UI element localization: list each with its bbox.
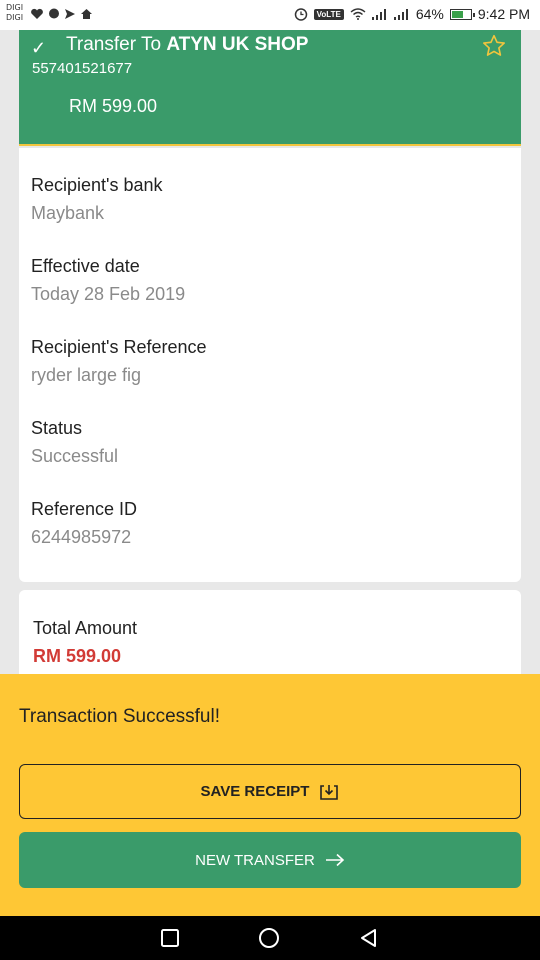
signal-icon-1: [371, 9, 386, 20]
home-icon[interactable]: [258, 927, 280, 949]
chat-icon: [49, 8, 59, 19]
total-amount: RM 599.00: [33, 646, 122, 666]
battery-fill: [451, 10, 464, 18]
detail-reference-id: Reference ID 6244985972: [31, 499, 137, 548]
header-amount: RM 599.00: [69, 96, 158, 116]
battery-percent: 64%: [415, 6, 444, 22]
account-number: 557401521677: [32, 60, 133, 77]
new-transfer-button[interactable]: NEW TRANSFER: [19, 832, 521, 888]
send-icon: [65, 9, 75, 19]
alarm-icon: [294, 8, 307, 21]
new-transfer-label: NEW TRANSFER: [195, 851, 315, 869]
status-bar: DIGI DIGI VoLTE 64% 9:42 PM: [0, 0, 540, 30]
star-icon[interactable]: [481, 33, 507, 59]
detail-label: Recipient's Reference: [31, 337, 207, 357]
save-receipt-label: SAVE RECEIPT: [200, 783, 310, 800]
arrow-right-icon: [325, 853, 345, 867]
notification-icons: [30, 8, 93, 20]
recents-icon[interactable]: [159, 927, 181, 949]
transfer-title: Transfer To ATYN UK SHOP: [66, 34, 309, 56]
download-icon: [320, 784, 339, 800]
home-notification-icon: [81, 9, 92, 19]
result-sheet: Transaction Successful! SAVE RECEIPT NEW…: [0, 674, 540, 916]
detail-value: ryder large fig: [31, 365, 142, 385]
transfer-prefix: Transfer To: [66, 34, 162, 55]
battery-icon: [449, 8, 475, 20]
detail-recipient-bank: Recipient's bank Maybank: [31, 175, 163, 224]
clock: 9:42 PM: [477, 6, 530, 22]
status-right: VoLTE 64% 9:42 PM: [294, 6, 530, 22]
check-icon: ✓: [31, 38, 47, 58]
total-label: Total Amount: [33, 618, 138, 638]
wifi-icon: [350, 8, 366, 20]
detail-status: Status Successful: [31, 418, 118, 467]
carrier-2: DIGI: [6, 13, 24, 22]
detail-label: Effective date: [31, 256, 140, 276]
system-nav-bar: [0, 916, 540, 960]
save-receipt-button[interactable]: SAVE RECEIPT: [19, 764, 521, 819]
recipient-name: ATYN UK SHOP: [166, 34, 309, 55]
signal-icon-2: [393, 9, 408, 20]
back-icon[interactable]: [358, 927, 380, 949]
carrier-labels: DIGI DIGI: [6, 3, 23, 23]
transfer-header: ✓ Transfer To ATYN UK SHOP 557401521677 …: [19, 30, 521, 146]
success-message: Transaction Successful!: [19, 706, 220, 727]
details-card: Recipient's bank Maybank Effective date …: [19, 148, 521, 582]
detail-effective-date: Effective date Today 28 Feb 2019: [31, 256, 185, 305]
carrier-1: DIGI: [6, 3, 24, 12]
heart-icon: [31, 8, 43, 19]
detail-value: Successful: [31, 446, 119, 466]
volte-badge: VoLTE: [313, 8, 344, 20]
detail-label: Reference ID: [31, 499, 138, 519]
detail-label: Recipient's bank: [31, 175, 163, 195]
detail-value: 6244985972: [31, 527, 132, 547]
detail-label: Status: [31, 418, 83, 438]
detail-value: Maybank: [31, 203, 105, 223]
detail-value: Today 28 Feb 2019: [31, 284, 186, 304]
detail-recipient-reference: Recipient's Reference ryder large fig: [31, 337, 207, 386]
